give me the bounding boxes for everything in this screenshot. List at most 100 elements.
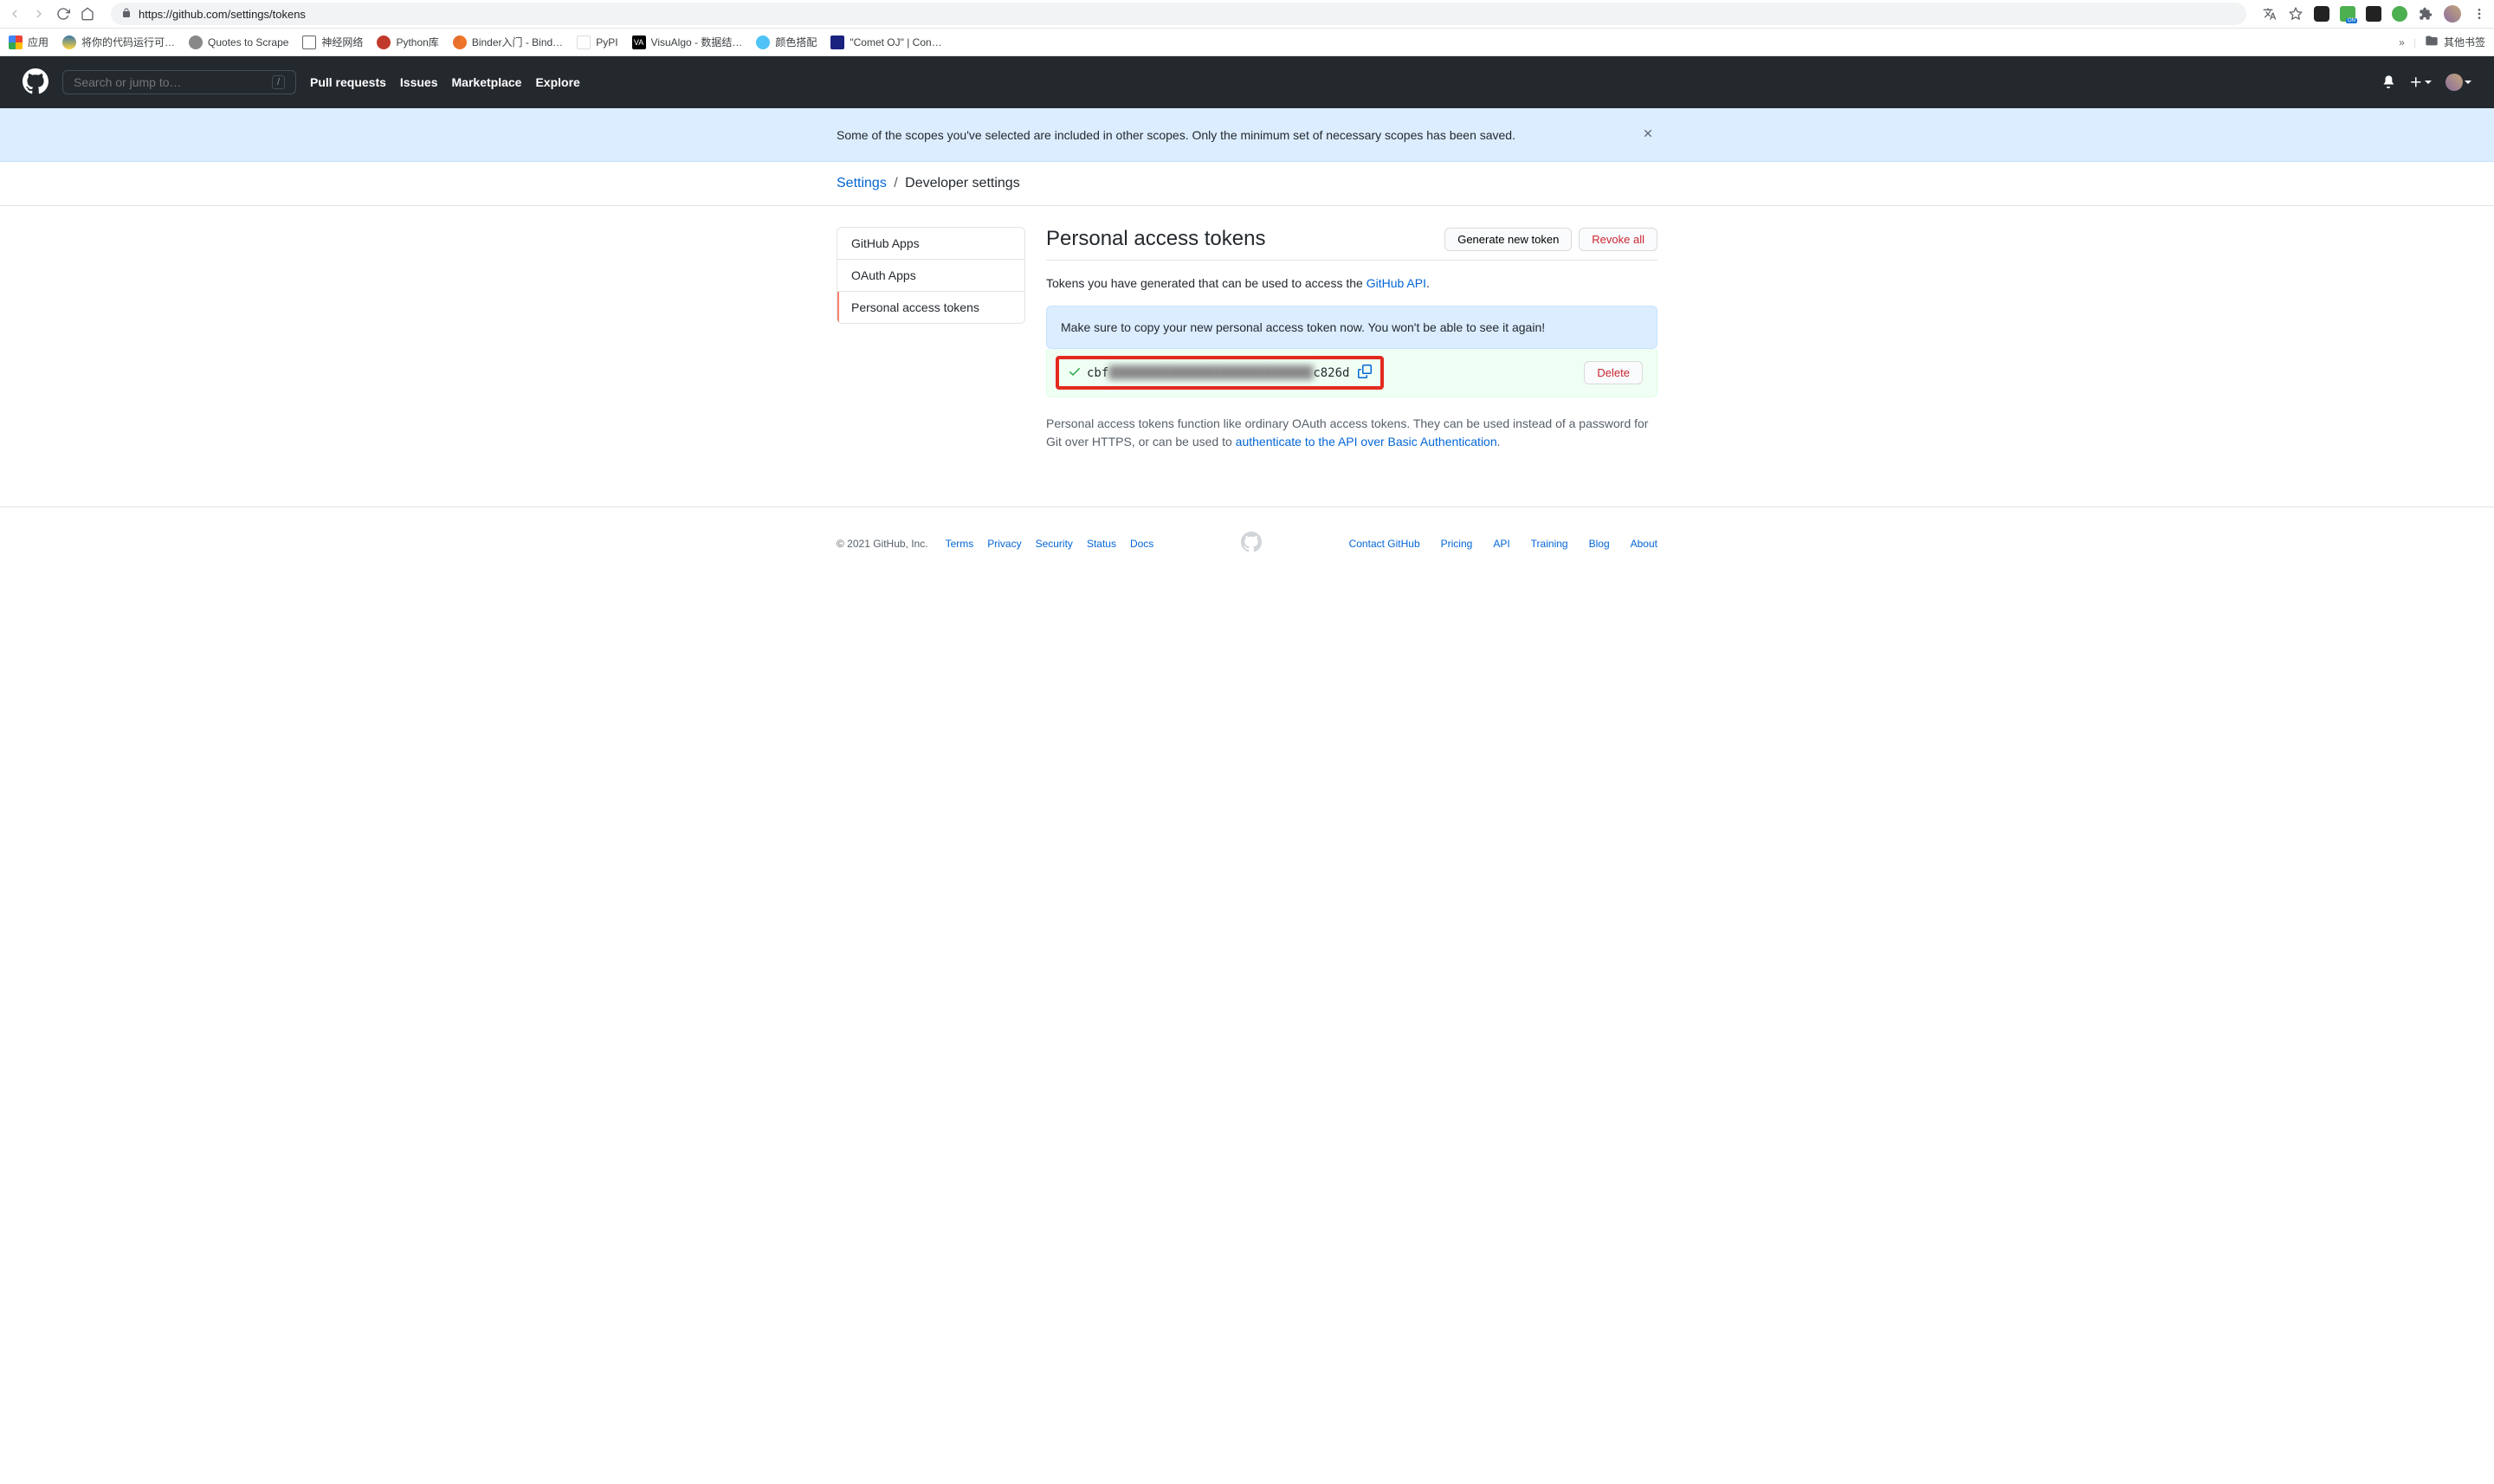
github-api-link[interactable]: GitHub API	[1367, 276, 1426, 290]
generate-token-button[interactable]: Generate new token	[1444, 228, 1572, 251]
nav-pull-requests[interactable]: Pull requests	[310, 75, 386, 89]
sidebar-menu: GitHub Apps OAuth Apps Personal access t…	[837, 227, 1025, 324]
toolbar-actions: ON	[2262, 5, 2487, 23]
intro-text: Tokens you have generated that can be us…	[1046, 276, 1657, 290]
url-text: https://github.com/settings/tokens	[139, 8, 2236, 21]
footer-security[interactable]: Security	[1036, 538, 1073, 550]
footer-docs[interactable]: Docs	[1130, 538, 1153, 550]
github-logo[interactable]	[23, 68, 48, 97]
breadcrumb: Settings / Developer settings	[823, 162, 1671, 205]
site-icon	[377, 35, 391, 49]
extension-icon-4[interactable]	[2392, 6, 2407, 22]
sidebar: GitHub Apps OAuth Apps Personal access t…	[837, 227, 1025, 451]
search-input[interactable]	[74, 75, 272, 89]
github-header: / Pull requests Issues Marketplace Explo…	[0, 56, 2494, 108]
apps-label: 应用	[28, 35, 48, 49]
extensions-icon[interactable]	[2418, 6, 2433, 22]
flash-message: Some of the scopes you've selected are i…	[837, 128, 1638, 142]
profile-avatar[interactable]	[2444, 5, 2461, 23]
folder-icon	[2425, 34, 2439, 50]
footer-github-logo[interactable]	[1241, 532, 1262, 555]
home-button[interactable]	[80, 6, 95, 22]
reload-button[interactable]	[55, 6, 71, 22]
description-text: Personal access tokens function like ord…	[1046, 415, 1657, 451]
bookmark-7[interactable]: 颜色搭配	[756, 35, 817, 49]
token-row: cbf████████████████████████████c826d Del…	[1046, 349, 1657, 397]
translate-icon[interactable]	[2262, 6, 2278, 22]
footer-about[interactable]: About	[1631, 538, 1657, 550]
footer-terms[interactable]: Terms	[946, 538, 974, 550]
notifications-icon[interactable]	[2381, 74, 2395, 91]
lock-icon	[121, 7, 132, 21]
bookmark-8[interactable]: "Comet OJ" | Con…	[830, 35, 941, 49]
footer-privacy[interactable]: Privacy	[987, 538, 1021, 550]
footer-api[interactable]: API	[1493, 538, 1509, 550]
user-menu[interactable]	[2446, 74, 2471, 91]
nav-marketplace[interactable]: Marketplace	[452, 75, 522, 89]
browser-toolbar: https://github.com/settings/tokens ON	[0, 0, 2494, 29]
bookmarks-bar: 应用 将你的代码运行可… Quotes to Scrape 神经网络 Pytho…	[0, 29, 2494, 56]
bookmark-5[interactable]: PyPI	[577, 35, 617, 49]
page-header: Personal access tokens Generate new toke…	[1046, 227, 1657, 261]
footer-blog[interactable]: Blog	[1589, 538, 1610, 550]
slash-hint: /	[272, 75, 285, 89]
main-container: GitHub Apps OAuth Apps Personal access t…	[823, 206, 1671, 472]
pypi-icon	[577, 35, 591, 49]
footer-pricing[interactable]: Pricing	[1441, 538, 1473, 550]
delete-token-button[interactable]: Delete	[1584, 361, 1643, 384]
apps-button[interactable]: 应用	[9, 35, 48, 49]
page-title: Personal access tokens	[1046, 227, 1444, 251]
token-value: cbf████████████████████████████c826d	[1087, 366, 1349, 380]
url-bar[interactable]: https://github.com/settings/tokens	[111, 3, 2246, 25]
footer-wrap: © 2021 GitHub, Inc. Terms Privacy Securi…	[0, 506, 2494, 579]
check-icon	[1068, 365, 1082, 381]
sidebar-item-oauth-apps[interactable]: OAuth Apps	[837, 260, 1024, 292]
header-actions	[2381, 74, 2471, 91]
bookmark-2[interactable]: 神经网络	[302, 35, 363, 49]
bookmark-1[interactable]: Quotes to Scrape	[189, 35, 288, 49]
footer-left: © 2021 GitHub, Inc. Terms Privacy Securi…	[837, 538, 1153, 550]
breadcrumb-separator: /	[894, 176, 897, 190]
bookmark-6[interactable]: VAVisuAlgo - 数据结…	[632, 35, 743, 49]
extension-icon-1[interactable]	[2314, 6, 2329, 22]
extension-icon-2[interactable]: ON	[2340, 6, 2355, 22]
sidebar-item-github-apps[interactable]: GitHub Apps	[837, 228, 1024, 260]
back-button[interactable]	[7, 6, 23, 22]
copy-icon[interactable]	[1358, 365, 1372, 381]
forward-button[interactable]	[31, 6, 47, 22]
site-icon	[302, 35, 316, 49]
close-icon[interactable]	[1638, 124, 1657, 145]
nav-explore[interactable]: Explore	[535, 75, 579, 89]
bookmarks-overflow[interactable]: »	[2399, 36, 2405, 48]
breadcrumb-settings[interactable]: Settings	[837, 176, 887, 190]
main-content: Personal access tokens Generate new toke…	[1046, 227, 1657, 451]
star-icon[interactable]	[2288, 6, 2303, 22]
create-new-dropdown[interactable]	[2409, 75, 2432, 89]
bookmark-3[interactable]: Python库	[377, 35, 438, 49]
footer-status[interactable]: Status	[1087, 538, 1116, 550]
extension-icon-3[interactable]	[2366, 6, 2381, 22]
binder-icon	[453, 35, 467, 49]
site-icon	[756, 35, 770, 49]
bookmark-0[interactable]: 将你的代码运行可…	[62, 35, 175, 49]
bookmark-4[interactable]: Binder入门 - Bind…	[453, 35, 563, 49]
revoke-all-button[interactable]: Revoke all	[1579, 228, 1657, 251]
other-bookmarks[interactable]: 其他书签	[2425, 34, 2485, 50]
apps-icon	[9, 35, 23, 49]
primary-nav: Pull requests Issues Marketplace Explore	[310, 75, 580, 89]
footer-right: Contact GitHub Pricing API Training Blog…	[1349, 538, 1657, 550]
nav-issues[interactable]: Issues	[400, 75, 438, 89]
footer-contact[interactable]: Contact GitHub	[1349, 538, 1420, 550]
footer: © 2021 GitHub, Inc. Terms Privacy Securi…	[823, 507, 1671, 579]
page-actions: Generate new token Revoke all	[1444, 228, 1657, 251]
copy-warning-box: Make sure to copy your new personal acce…	[1046, 306, 1657, 349]
basic-auth-link[interactable]: authenticate to the API over Basic Authe…	[1236, 435, 1497, 448]
sidebar-item-tokens[interactable]: Personal access tokens	[837, 292, 1024, 323]
copyright: © 2021 GitHub, Inc.	[837, 538, 928, 550]
globe-icon	[189, 35, 203, 49]
flash-banner: Some of the scopes you've selected are i…	[0, 108, 2494, 162]
menu-icon[interactable]	[2471, 6, 2487, 22]
visualgo-icon: VA	[632, 35, 646, 49]
search-box[interactable]: /	[62, 70, 296, 94]
footer-training[interactable]: Training	[1531, 538, 1568, 550]
